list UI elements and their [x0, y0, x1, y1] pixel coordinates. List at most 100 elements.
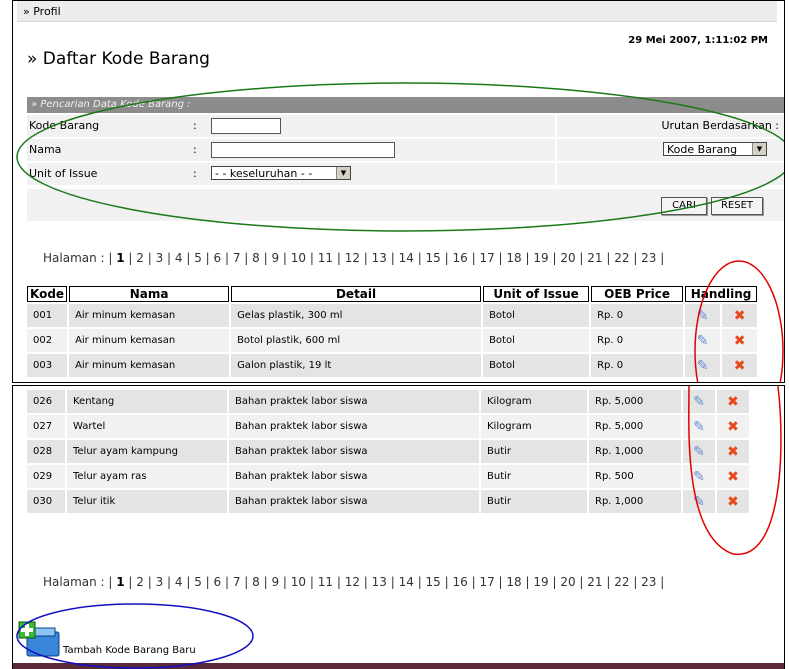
cell-oeb-price: Rp. 5,000 — [589, 390, 681, 413]
page-link[interactable]: 2 — [136, 575, 144, 589]
unit-of-issue-label: Unit of Issue — [29, 167, 98, 180]
cell-nama: Wartel — [67, 415, 227, 438]
cell-unit-of-issue: Botol — [483, 354, 590, 377]
page-link[interactable]: 3 — [156, 575, 164, 589]
delete-x-icon[interactable]: ✖ — [734, 358, 746, 374]
unit-of-issue-select[interactable]: - - keseluruhan - - ▼ — [211, 166, 351, 180]
breadcrumb-profil-link[interactable]: » Profil — [23, 5, 61, 18]
page-link[interactable]: 17 — [479, 251, 494, 265]
delete-x-icon[interactable]: ✖ — [727, 444, 739, 460]
page-link[interactable]: 7 — [233, 251, 241, 265]
page-link[interactable]: 22 — [614, 251, 629, 265]
sort-select[interactable]: Kode Barang ▼ — [663, 142, 767, 156]
edit-cell: ✎ — [685, 354, 721, 377]
kode-barang-input[interactable] — [211, 118, 281, 134]
page-link[interactable]: 13 — [372, 251, 387, 265]
cell-oeb-price: Rp. 0 — [591, 354, 684, 377]
delete-x-icon[interactable]: ✖ — [727, 419, 739, 435]
cell-nama: Telur ayam ras — [67, 465, 227, 488]
edit-cell: ✎ — [683, 440, 715, 463]
page-link[interactable]: 14 — [399, 251, 414, 265]
cell-kode: 027 — [27, 415, 65, 438]
page-link[interactable]: 15 — [426, 575, 441, 589]
page-link[interactable]: 8 — [252, 251, 260, 265]
edit-pencil-icon[interactable]: ✎ — [693, 419, 705, 435]
page-link[interactable]: 20 — [560, 575, 575, 589]
edit-pencil-icon[interactable]: ✎ — [693, 469, 705, 485]
page-link[interactable]: 13 — [372, 575, 387, 589]
edit-pencil-icon[interactable]: ✎ — [693, 394, 705, 410]
page-link[interactable]: 14 — [399, 575, 414, 589]
page-link-current[interactable]: 1 — [116, 575, 124, 589]
delete-x-icon[interactable]: ✖ — [727, 394, 739, 410]
page-link[interactable]: 10 — [291, 575, 306, 589]
table-row: 029 Telur ayam ras Bahan praktek labor sis… — [27, 465, 749, 488]
cell-unit-of-issue: Butir — [481, 490, 587, 513]
page-link[interactable]: 9 — [271, 251, 279, 265]
page-link[interactable]: 7 — [233, 575, 241, 589]
page-link[interactable]: 16 — [453, 575, 468, 589]
cell-nama: Air minum kemasan — [69, 304, 230, 327]
page-link[interactable]: 12 — [345, 251, 360, 265]
delete-x-icon[interactable]: ✖ — [727, 494, 739, 510]
page-link[interactable]: 3 — [156, 251, 164, 265]
page-link[interactable]: 6 — [214, 251, 222, 265]
page-link[interactable]: 5 — [194, 251, 202, 265]
add-item-link[interactable]: Tambah Kode Barang Baru — [63, 645, 196, 656]
page-link[interactable]: 19 — [533, 575, 548, 589]
search-header: » Pencarian Data Kode Barang : — [27, 97, 784, 113]
item-table-bottom: 026 Kentang Bahan praktek labor siswa Kilog… — [25, 388, 751, 515]
page-link[interactable]: 17 — [479, 575, 494, 589]
edit-cell: ✎ — [685, 329, 721, 352]
column-header-unit-of-issue: Unit of Issue — [483, 286, 590, 302]
page-link[interactable]: 18 — [506, 575, 521, 589]
page-link[interactable]: 11 — [318, 575, 333, 589]
page-link[interactable]: 16 — [453, 251, 468, 265]
page-link[interactable]: 4 — [175, 575, 183, 589]
delete-cell: ✖ — [717, 390, 749, 413]
page-link-current[interactable]: 1 — [116, 251, 124, 265]
cell-oeb-price: Rp. 500 — [589, 465, 681, 488]
page-link[interactable]: 8 — [252, 575, 260, 589]
add-folder-icon[interactable] — [17, 618, 63, 660]
chevron-down-icon[interactable]: ▼ — [752, 143, 766, 155]
delete-cell: ✖ — [717, 465, 749, 488]
page-link[interactable]: 5 — [194, 575, 202, 589]
edit-pencil-icon[interactable]: ✎ — [697, 358, 709, 374]
page-link[interactable]: 11 — [318, 251, 333, 265]
chevron-down-icon[interactable]: ▼ — [336, 167, 350, 179]
page-link[interactable]: 6 — [214, 575, 222, 589]
page-link[interactable]: 20 — [560, 251, 575, 265]
reset-button[interactable]: RESET — [711, 197, 763, 215]
blue-annotation-ellipse — [16, 603, 254, 669]
delete-x-icon[interactable]: ✖ — [734, 333, 746, 349]
page-link[interactable]: 19 — [533, 251, 548, 265]
page-link[interactable]: 21 — [587, 575, 602, 589]
delete-cell: ✖ — [722, 304, 758, 327]
edit-pencil-icon[interactable]: ✎ — [697, 333, 709, 349]
cell-unit-of-issue: Kilogram — [481, 390, 587, 413]
edit-pencil-icon[interactable]: ✎ — [693, 444, 705, 460]
nama-input[interactable] — [211, 142, 395, 158]
page-link[interactable]: 12 — [345, 575, 360, 589]
edit-pencil-icon[interactable]: ✎ — [693, 494, 705, 510]
cari-button[interactable]: CARI — [661, 197, 707, 215]
cell-oeb-price: Rp. 0 — [591, 329, 684, 352]
edit-cell: ✎ — [685, 304, 721, 327]
unit-of-issue-select-value: - - keseluruhan - - — [215, 167, 313, 180]
page-link[interactable]: 22 — [614, 575, 629, 589]
page-link[interactable]: 23 — [641, 575, 656, 589]
page-link[interactable]: 15 — [426, 251, 441, 265]
edit-pencil-icon[interactable]: ✎ — [697, 308, 709, 324]
page-link[interactable]: 23 — [641, 251, 656, 265]
cell-nama: Air minum kemasan — [69, 329, 230, 352]
page-link[interactable]: 9 — [271, 575, 279, 589]
cell-kode: 029 — [27, 465, 65, 488]
page-link[interactable]: 2 — [136, 251, 144, 265]
page-link[interactable]: 21 — [587, 251, 602, 265]
delete-x-icon[interactable]: ✖ — [727, 469, 739, 485]
page-link[interactable]: 4 — [175, 251, 183, 265]
page-link[interactable]: 10 — [291, 251, 306, 265]
delete-x-icon[interactable]: ✖ — [734, 308, 746, 324]
page-link[interactable]: 18 — [506, 251, 521, 265]
